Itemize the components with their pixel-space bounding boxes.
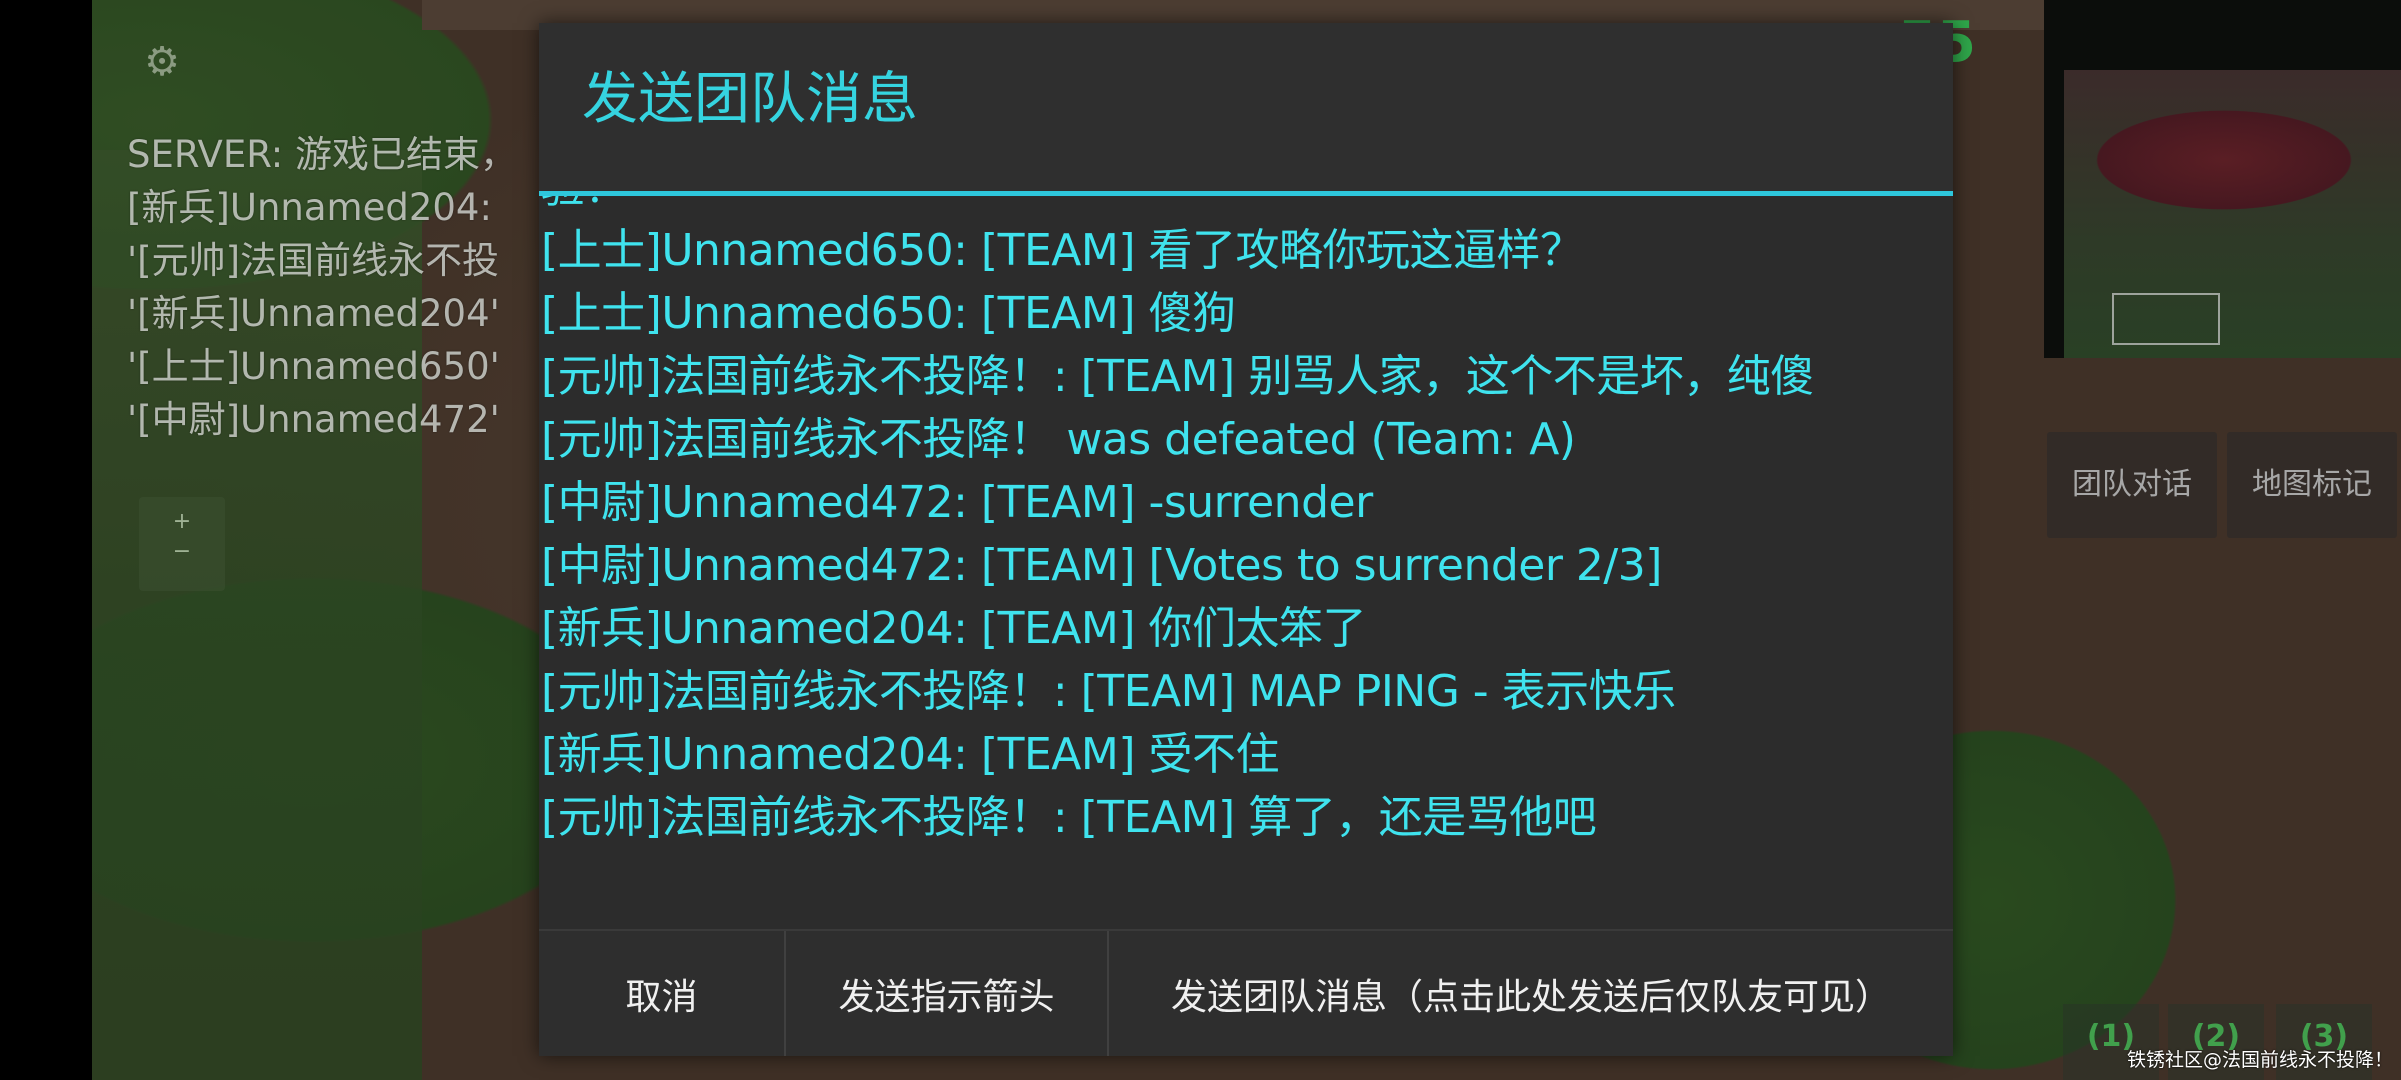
message-line: [上士]Unnamed650: [TEAM] 傻狗 (541, 288, 1236, 339)
message-line: [元帅]法国前线永不投降！: [TEAM] 别骂人家，这个不是坏，纯傻 (541, 351, 1814, 402)
message-list[interactable]: 验？ [上士]Unnamed650: [TEAM] 看了攻略你玩这逼样？ [上士… (539, 196, 1953, 952)
cancel-button[interactable]: 取消 (539, 931, 786, 1056)
gear-icon[interactable]: ⚙ (140, 40, 184, 84)
message-line: 验？ (541, 196, 1953, 219)
message-line: [上士]Unnamed650: [TEAM] 看了攻略你玩这逼样？ (541, 225, 1584, 276)
send-arrow-button[interactable]: 发送指示箭头 (786, 931, 1109, 1056)
message-line: [中尉]Unnamed472: [TEAM] [Votes to surrend… (541, 540, 1662, 591)
dialog-button-bar: 取消 发送指示箭头 发送团队消息（点击此处发送后仅队友可见） (539, 929, 1953, 1056)
send-team-message-button[interactable]: 发送团队消息（点击此处发送后仅队友可见） (1109, 931, 1953, 1056)
minimap-viewport-box[interactable] (2112, 293, 2220, 345)
team-message-dialog: 发送团队消息 验？ [上士]Unnamed650: [TEAM] 看了攻略你玩这… (539, 23, 1953, 1056)
message-line: [中尉]Unnamed472: [TEAM] -surrender (541, 477, 1373, 528)
zoom-out-icon[interactable]: − (139, 537, 225, 567)
map-mark-button[interactable]: 地图标记 (2227, 432, 2397, 538)
message-line: [新兵]Unnamed204: [TEAM] 受不住 (541, 729, 1280, 780)
message-line: [新兵]Unnamed204: [TEAM] 你们太笨了 (541, 603, 1367, 654)
chat-line: '[新兵]Unnamed204' (127, 292, 500, 335)
team-chat-button[interactable]: 团队对话 (2047, 432, 2217, 538)
minimap[interactable] (2044, 0, 2401, 358)
message-line: [元帅]法国前线永不投降！ was defeated (Team: A) (541, 414, 1576, 465)
zoom-in-icon[interactable]: + (139, 507, 225, 537)
message-line: [元帅]法国前线永不投降！: [TEAM] 算了，还是骂他吧 (541, 792, 1597, 843)
message-line: [元帅]法国前线永不投降！: [TEAM] MAP PING - 表示快乐 (541, 666, 1676, 717)
background-chat-log: SERVER: 游戏已结束， [新兵]Unnamed204: '[元帅]法国前线… (127, 128, 547, 446)
dialog-title: 发送团队消息 (582, 67, 918, 132)
chat-line: '[元帅]法国前线永不投 (127, 239, 500, 282)
watermark: 铁锈社区@法国前线永不投降！ (2126, 1049, 2393, 1071)
chat-line: [新兵]Unnamed204: (127, 186, 492, 229)
dialog-header: 发送团队消息 (539, 23, 1953, 191)
chat-line: SERVER: 游戏已结束， (127, 133, 518, 176)
chat-line: '[上士]Unnamed650' (127, 345, 500, 388)
chat-line: '[中尉]Unnamed472' (127, 398, 500, 441)
zoom-control[interactable]: + − (139, 497, 225, 591)
